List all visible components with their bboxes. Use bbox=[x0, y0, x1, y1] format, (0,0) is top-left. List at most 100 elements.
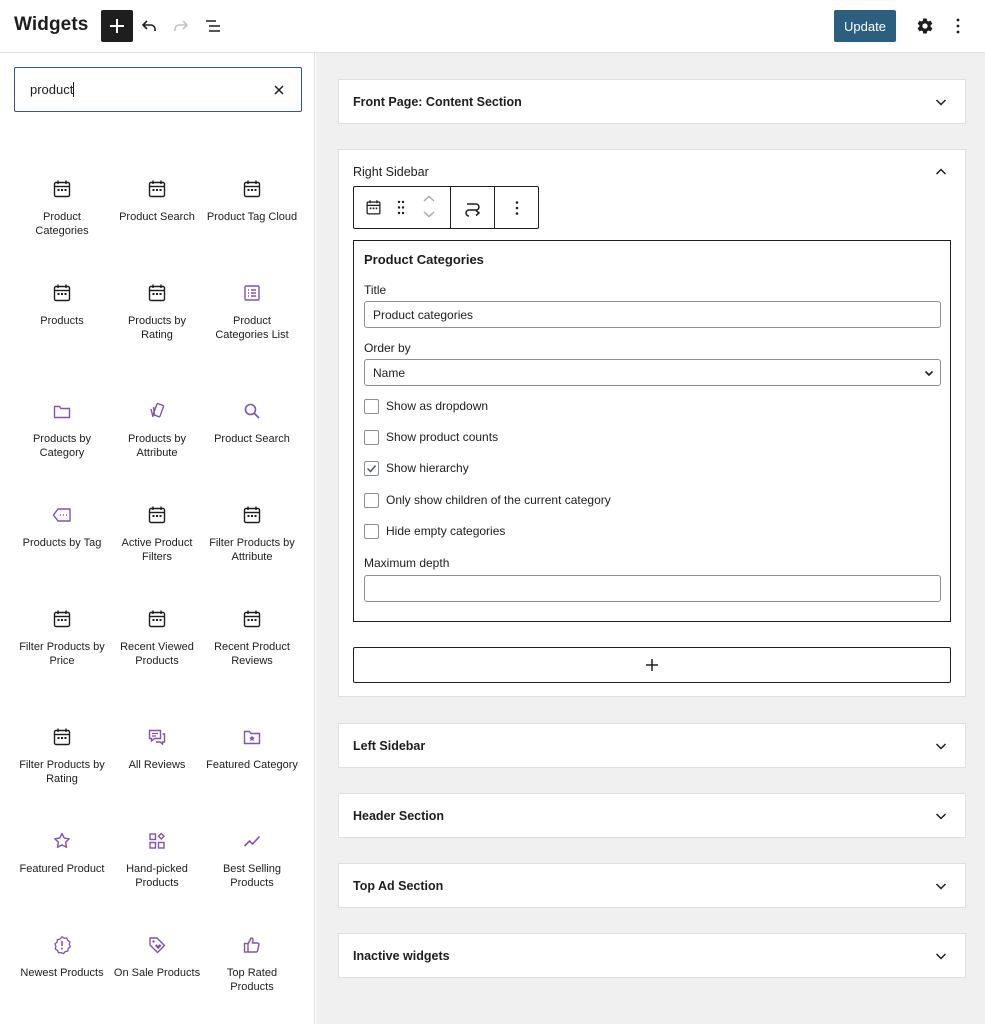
chevron-down-icon bbox=[924, 370, 934, 377]
plus-icon bbox=[646, 659, 658, 671]
widget-area-title: Front Page: Content Section bbox=[353, 95, 522, 109]
drag-handle-icon[interactable] bbox=[396, 199, 406, 216]
widget-area-inactive[interactable]: Inactive widgets bbox=[338, 933, 966, 978]
max-depth-field[interactable] bbox=[364, 575, 941, 602]
calendar-icon[interactable] bbox=[365, 199, 382, 216]
chevron-down-icon bbox=[935, 813, 947, 820]
block-toolbar-group bbox=[354, 187, 451, 228]
block-item[interactable]: Hand-picked Products bbox=[111, 831, 203, 890]
block-item[interactable]: Filter Products by Attribute bbox=[206, 505, 298, 564]
block-item[interactable]: Featured Category bbox=[206, 727, 298, 773]
widget-area-header-section[interactable]: Header Section bbox=[338, 793, 966, 838]
block-item[interactable]: Product Tag Cloud bbox=[206, 179, 298, 225]
block-item[interactable]: Product Categories bbox=[16, 179, 108, 238]
add-block-appender[interactable] bbox=[353, 647, 951, 683]
top-toolbar: Widgets Update bbox=[0, 0, 985, 53]
title-field[interactable]: Product categories bbox=[364, 301, 941, 328]
calendar-icon bbox=[53, 284, 71, 302]
calendar-icon bbox=[53, 180, 71, 198]
block-item[interactable]: Newest Products bbox=[16, 935, 108, 981]
option-label: Only show children of the current catego… bbox=[386, 493, 611, 507]
checkbox[interactable] bbox=[364, 493, 379, 508]
block-item[interactable]: Product Categories List bbox=[206, 283, 298, 342]
search-input[interactable]: product bbox=[14, 67, 302, 112]
block-item[interactable]: On Sale Products bbox=[111, 935, 203, 981]
block-item[interactable]: Recent Product Reviews bbox=[206, 609, 298, 668]
title-label: Title bbox=[364, 283, 387, 297]
block-item[interactable]: Product Search bbox=[206, 401, 298, 447]
block-item[interactable]: Product Search bbox=[111, 179, 203, 225]
checkbox[interactable] bbox=[364, 430, 379, 445]
chevron-down-icon bbox=[935, 953, 947, 960]
move-up-icon[interactable] bbox=[422, 194, 436, 204]
options-button[interactable] bbox=[942, 10, 974, 42]
block-item-label: On Sale Products bbox=[113, 967, 201, 979]
chevron-down-icon bbox=[935, 743, 947, 750]
calendar-icon bbox=[53, 610, 71, 628]
widget-area-left-sidebar[interactable]: Left Sidebar bbox=[338, 723, 966, 768]
block-item-label: Recent Viewed Products bbox=[120, 641, 194, 667]
widget-area-front-page[interactable]: Front Page: Content Section bbox=[338, 79, 966, 124]
chevron-up-icon[interactable] bbox=[933, 164, 949, 180]
checkmark-icon bbox=[366, 465, 377, 473]
list-view-button[interactable] bbox=[197, 10, 229, 42]
transform-button[interactable] bbox=[451, 187, 495, 228]
undo-button[interactable] bbox=[133, 10, 165, 42]
block-item[interactable]: Filter Products by Price bbox=[16, 609, 108, 668]
gear-icon bbox=[917, 18, 933, 34]
folder-icon bbox=[53, 405, 71, 419]
redo-icon bbox=[174, 20, 189, 31]
block-item[interactable]: Products by Rating bbox=[111, 283, 203, 342]
block-options-button[interactable] bbox=[495, 187, 538, 228]
block-item[interactable]: Products by Attribute bbox=[111, 401, 203, 460]
block-item-label: Product Categories bbox=[35, 211, 89, 237]
block-item-label: Active Product Filters bbox=[121, 537, 193, 563]
orderby-selected-value: Name bbox=[373, 366, 406, 380]
update-button[interactable]: Update bbox=[834, 10, 896, 42]
option-label: Show hierarchy bbox=[386, 461, 469, 475]
block-item-label: Filter Products by Price bbox=[19, 641, 105, 667]
widget-area-title: Left Sidebar bbox=[353, 739, 426, 753]
block-item[interactable]: Best Selling Products bbox=[206, 831, 298, 890]
block-item-label: Featured Category bbox=[206, 759, 298, 771]
attribute-icon bbox=[150, 402, 165, 418]
add-block-button[interactable] bbox=[101, 10, 133, 42]
option-label: Show as dropdown bbox=[386, 399, 489, 413]
calendar-icon bbox=[148, 610, 166, 628]
block-inserter-panel: product Product Categories Product Search… bbox=[0, 53, 315, 1024]
redo-button[interactable] bbox=[165, 10, 197, 42]
widget-area-top-ad[interactable]: Top Ad Section bbox=[338, 863, 966, 908]
orderby-select[interactable]: Name bbox=[364, 359, 941, 386]
calendar-icon bbox=[148, 284, 166, 302]
block-item-label: Product Categories List bbox=[215, 315, 289, 341]
search-value: product bbox=[30, 82, 74, 97]
block-item[interactable]: Products by Category bbox=[16, 401, 108, 460]
block-item[interactable]: Products bbox=[16, 283, 108, 329]
block-item[interactable]: Products by Tag bbox=[16, 505, 108, 551]
block-item[interactable]: Top Rated Products bbox=[206, 935, 298, 994]
move-down-icon[interactable] bbox=[422, 209, 436, 219]
block-item-label: Products by Rating bbox=[127, 315, 187, 341]
widget-heading: Product Categories bbox=[364, 252, 484, 267]
settings-button[interactable] bbox=[909, 10, 941, 42]
block-item[interactable]: Filter Products by Rating bbox=[16, 727, 108, 786]
clear-search-button[interactable] bbox=[269, 80, 289, 100]
grid-icon bbox=[149, 832, 165, 849]
checkbox[interactable] bbox=[364, 524, 379, 539]
block-item[interactable]: Featured Product bbox=[16, 831, 108, 877]
checkbox-checked[interactable] bbox=[364, 461, 379, 476]
block-item-label: All Reviews bbox=[128, 759, 186, 771]
sale-tag-icon bbox=[149, 937, 166, 954]
block-item[interactable]: Recent Viewed Products bbox=[111, 609, 203, 668]
badge-icon bbox=[54, 935, 71, 955]
widget-area-title: Header Section bbox=[353, 809, 445, 823]
checkbox[interactable] bbox=[364, 399, 379, 414]
chevron-down-icon bbox=[935, 883, 947, 890]
transform-icon bbox=[465, 203, 481, 217]
widget-area-title[interactable]: Right Sidebar bbox=[353, 165, 429, 179]
block-item-label: Best Selling Products bbox=[222, 863, 282, 889]
star-icon bbox=[54, 832, 70, 848]
block-item-label: Filter Products by Rating bbox=[19, 759, 105, 785]
block-item[interactable]: All Reviews bbox=[111, 727, 203, 773]
block-item[interactable]: Active Product Filters bbox=[111, 505, 203, 564]
